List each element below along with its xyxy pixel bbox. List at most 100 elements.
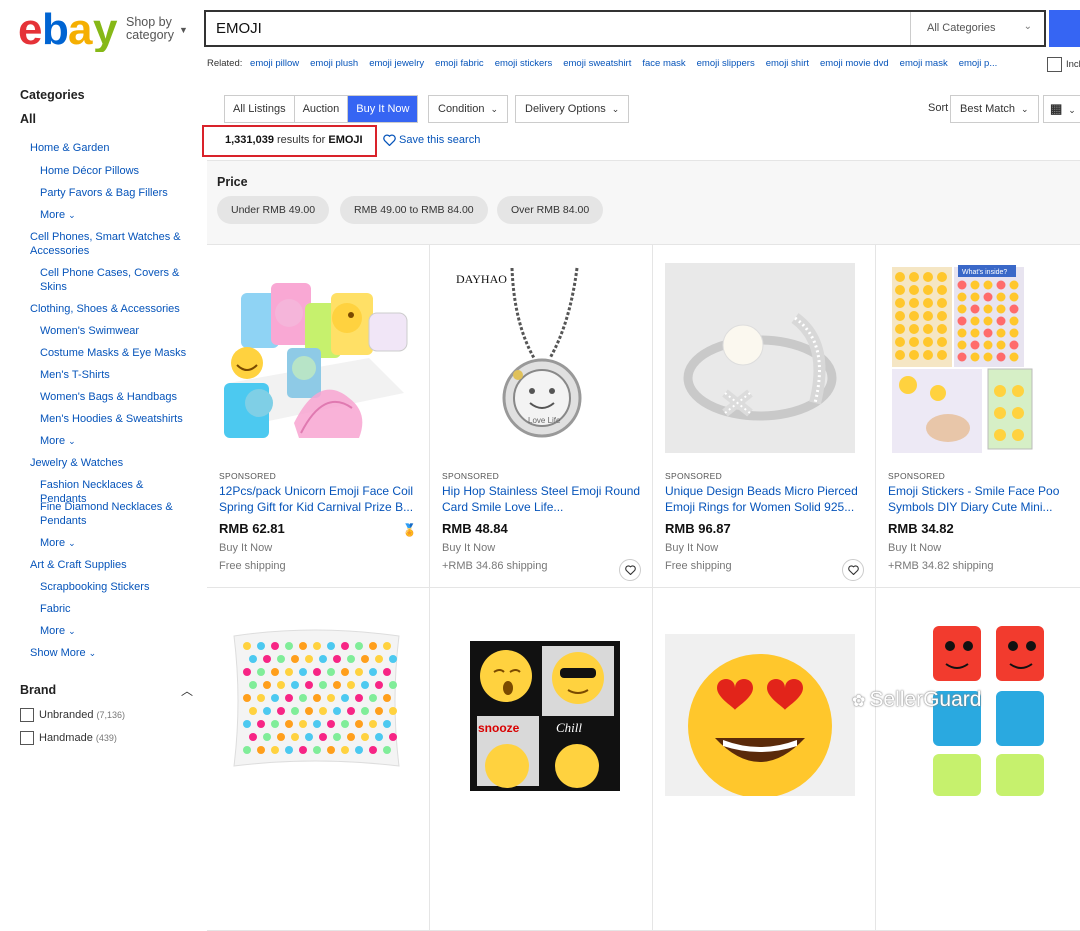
condition-label: Condition (438, 103, 485, 115)
love-life-text: Love Life (528, 416, 561, 425)
sidebar-category-link[interactable]: Home Décor Pillows (40, 165, 190, 179)
related-link[interactable]: emoji fabric (435, 58, 484, 69)
brand-count: (7,136) (96, 709, 126, 720)
brand-label: Unbranded (39, 708, 97, 721)
sidebar-category-link[interactable]: Party Favors & Bag Fillers (40, 187, 190, 201)
sidebar-category-link[interactable]: Costume Masks & Eye Masks (40, 347, 190, 361)
sidebar-category-link[interactable]: Fabric (40, 603, 190, 617)
sidebar-item-label: Jewelry & Watches (30, 457, 124, 469)
listing-card[interactable]: SPONSORED Unique Design Beads Micro Pier… (653, 245, 876, 588)
product-image[interactable]: DAYHAO Love Life (442, 263, 632, 453)
sidebar-category-link[interactable]: Cell Phones, Smart Watches & Accessories (30, 231, 195, 258)
listing-card[interactable]: What's inside? SPONSORED Emoji Stickers … (876, 245, 1080, 588)
brand-checkbox[interactable] (20, 731, 34, 745)
product-image[interactable] (219, 263, 409, 453)
listing-card[interactable] (876, 588, 1080, 931)
related-link[interactable]: face mask (642, 58, 685, 69)
brand-checkbox[interactable] (20, 708, 34, 722)
related-link[interactable]: emoji shirt (766, 58, 809, 69)
related-link[interactable]: emoji p... (959, 58, 998, 69)
related-link[interactable]: emoji movie dvd (820, 58, 889, 69)
watch-heart-button[interactable] (842, 559, 864, 581)
product-image[interactable] (219, 606, 409, 796)
listing-card[interactable] (207, 588, 430, 931)
related-link[interactable]: emoji sweatshirt (563, 58, 631, 69)
related-link[interactable]: emoji jewelry (369, 58, 424, 69)
related-link[interactable]: emoji pillow (250, 58, 299, 69)
listing-tab[interactable]: All Listings (225, 96, 295, 122)
sidebar-category-link[interactable]: Clothing, Shoes & Accessories (30, 303, 195, 317)
sidebar-category-link[interactable]: Men's T-Shirts (40, 369, 190, 383)
heart-icon (847, 565, 859, 575)
sort-dropdown[interactable]: Best Match ⌄ (950, 95, 1039, 123)
listing-tab[interactable]: Auction (295, 96, 349, 122)
price-filter-panel: Price Under RMB 49.00 RMB 49.00 to RMB 8… (207, 160, 1080, 244)
sidebar-category-link[interactable]: Jewelry & Watches (30, 457, 195, 471)
sidebar-more-link[interactable]: More ⌄ (40, 625, 190, 639)
listing-card[interactable] (653, 588, 876, 931)
listing-card[interactable]: SPONSORED 12Pcs/pack Unicorn Emoji Face … (207, 245, 430, 588)
heart-icon (624, 565, 636, 575)
sidebar-more-link[interactable]: More ⌄ (40, 209, 190, 223)
listing-tab[interactable]: Buy It Now (348, 96, 418, 122)
chevron-down-icon: ⌄ (68, 626, 76, 636)
watch-heart-button[interactable] (619, 559, 641, 581)
sponsored-label: SPONSORED (219, 471, 277, 481)
sidebar-category-link[interactable]: Cell Phone Cases, Covers & Skins (40, 267, 190, 294)
sidebar-more-link[interactable]: More ⌄ (40, 435, 190, 449)
sidebar-item-label: Party Favors & Bag Fillers (40, 187, 168, 199)
sidebar-more-link[interactable]: Show More ⌄ (30, 647, 195, 661)
ebay-logo[interactable]: e b a y (18, 5, 122, 54)
listing-card[interactable]: DAYHAO Love Life SPONSORED Hip Hop Stain… (430, 245, 653, 588)
sidebar-category-link[interactable]: Men's Hoodies & Sweatshirts (40, 413, 190, 427)
listing-shipping: +RMB 34.82 shipping (888, 560, 994, 572)
related-link[interactable]: emoji slippers (697, 58, 755, 69)
sidebar-item-label: More (40, 209, 66, 221)
category-select[interactable]: All Categories ⌄ (910, 12, 1044, 45)
product-image[interactable] (665, 606, 855, 796)
shop-by-category-button[interactable]: Shop by category ▼ (126, 16, 188, 42)
watermark-text: SellerGuard (869, 688, 982, 711)
include-description-checkbox[interactable] (1047, 57, 1062, 72)
price-pill-range[interactable]: RMB 49.00 to RMB 84.00 (340, 196, 488, 224)
sidebar-category-link[interactable]: Art & Craft Supplies (30, 559, 195, 573)
sidebar-item-label: Men's T-Shirts (40, 369, 110, 381)
brand-filter-row[interactable]: Unbranded (7,136) (20, 708, 125, 722)
listing-card[interactable]: snooze Chill (430, 588, 653, 931)
search-input[interactable] (206, 12, 906, 45)
price-pill-over[interactable]: Over RMB 84.00 (497, 196, 604, 224)
save-search-link[interactable]: Save this search (383, 134, 480, 147)
delivery-options-dropdown[interactable]: Delivery Options ⌄ (515, 95, 630, 123)
price-pill-under[interactable]: Under RMB 49.00 (217, 196, 330, 224)
chevron-down-icon: ⌄ (611, 104, 620, 114)
related-link[interactable]: emoji stickers (495, 58, 553, 69)
related-link[interactable]: emoji mask (900, 58, 948, 69)
product-image[interactable]: snooze Chill (442, 606, 632, 796)
sidebar-category-link[interactable]: Women's Bags & Handbags (40, 391, 190, 405)
sidebar-category-link[interactable]: Home & Garden (30, 142, 195, 156)
sponsored-label: SPONSORED (888, 471, 946, 481)
search-button[interactable] (1049, 10, 1080, 47)
listing-title[interactable]: Unique Design Beads Micro Pierced Emoji … (665, 483, 870, 516)
listing-price: RMB 96.87 (665, 521, 731, 536)
category-all[interactable]: All (20, 112, 36, 126)
logo-letter-a: a (68, 6, 93, 52)
sidebar-category-link[interactable]: Fine Diamond Necklaces & Pendants (40, 501, 190, 528)
sidebar-more-link[interactable]: More ⌄ (40, 537, 190, 551)
product-image[interactable] (665, 263, 855, 453)
view-toggle-button[interactable]: ▦ ⌄ (1043, 95, 1080, 123)
listing-format: Buy It Now (219, 542, 273, 554)
listing-title[interactable]: Hip Hop Stainless Steel Emoji Round Card… (442, 483, 647, 516)
brand-filter-row[interactable]: Handmade (439) (20, 731, 117, 745)
condition-dropdown[interactable]: Condition ⌄ (428, 95, 509, 123)
listing-title[interactable]: Emoji Stickers - Smile Face Poo Symbols … (888, 483, 1080, 516)
brand-label: Handmade (39, 731, 96, 744)
chevron-up-icon[interactable]: ︿ (181, 682, 193, 699)
related-link[interactable]: emoji plush (310, 58, 358, 69)
product-image[interactable]: What's inside? (888, 263, 1078, 453)
listing-title[interactable]: 12Pcs/pack Unicorn Emoji Face Coil Sprin… (219, 483, 424, 516)
whats-inside-text: What's inside? (962, 269, 1007, 276)
highlight-box (202, 125, 377, 157)
sidebar-category-link[interactable]: Women's Swimwear (40, 325, 190, 339)
sidebar-category-link[interactable]: Scrapbooking Stickers (40, 581, 190, 595)
